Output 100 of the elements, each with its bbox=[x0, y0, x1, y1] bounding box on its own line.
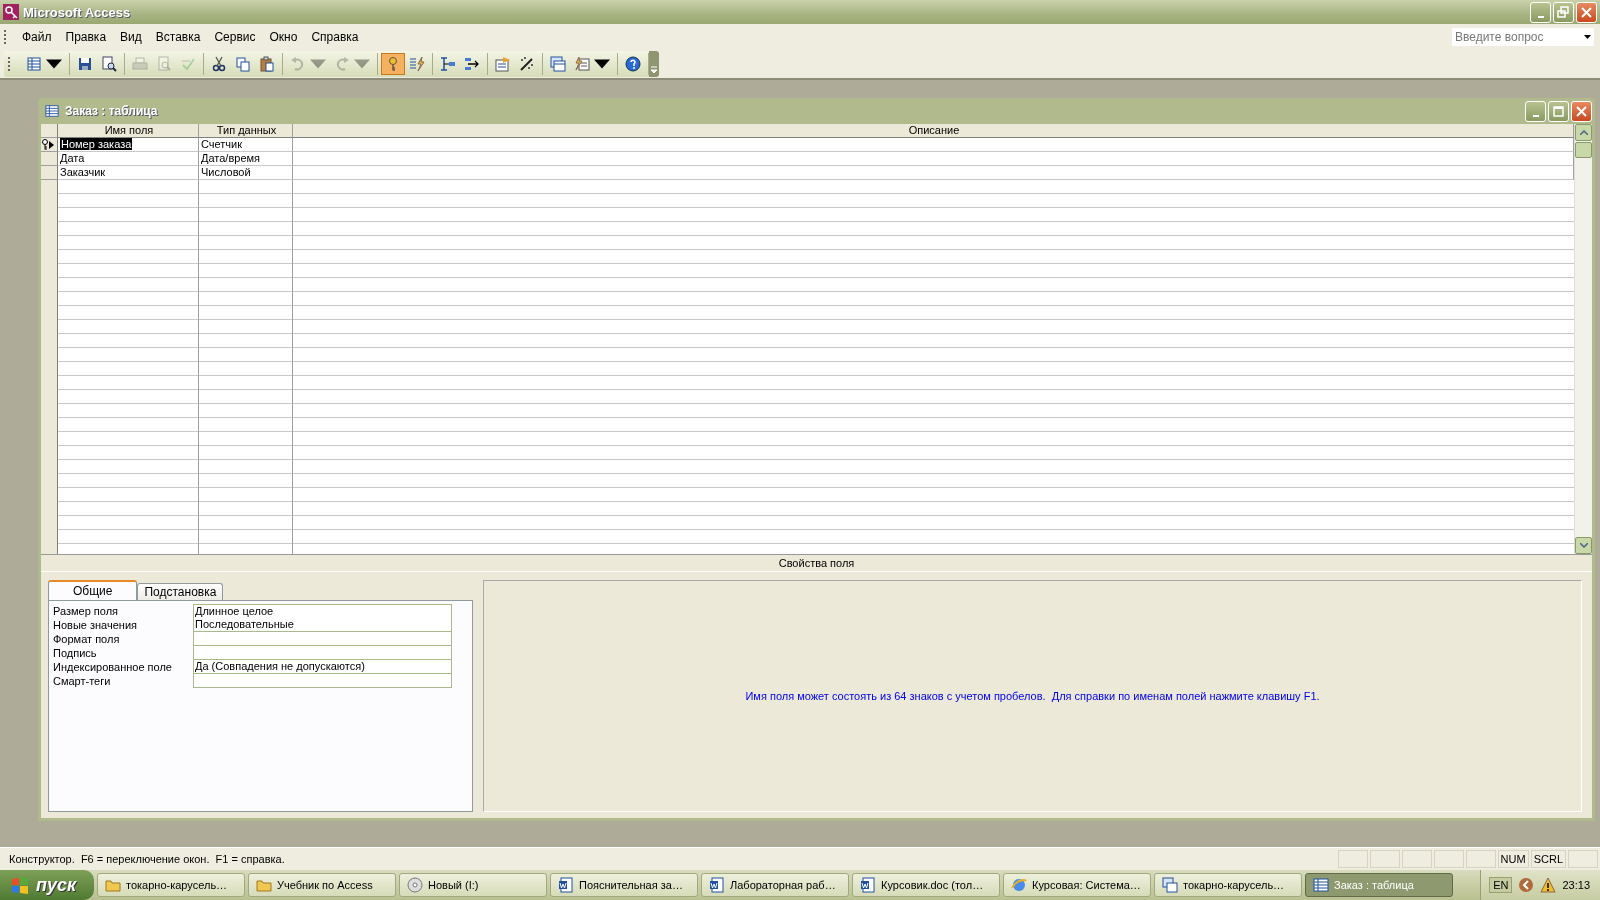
close-icon bbox=[1575, 104, 1588, 118]
maximize-button[interactable] bbox=[1548, 100, 1569, 122]
table-icon bbox=[45, 104, 59, 118]
status-panel bbox=[1401, 850, 1432, 868]
window-stack-icon bbox=[1162, 877, 1178, 893]
start-button[interactable]: пуск bbox=[0, 870, 94, 900]
paste-icon bbox=[259, 56, 275, 72]
menu-item[interactable]: Правка bbox=[58, 28, 114, 46]
minimize-button[interactable] bbox=[1525, 100, 1546, 122]
close-button[interactable] bbox=[1571, 100, 1592, 122]
taskbar-button[interactable]: Новый (I:) bbox=[399, 873, 547, 897]
wand-icon bbox=[519, 56, 535, 72]
key-icon bbox=[3, 4, 19, 20]
scroll-up-icon[interactable] bbox=[1579, 130, 1588, 135]
table-cell[interactable]: Дата bbox=[58, 152, 199, 166]
property-label: Размер поля bbox=[53, 604, 120, 619]
document-icon bbox=[709, 877, 725, 893]
minimize-button[interactable] bbox=[1530, 1, 1551, 23]
disc-icon bbox=[407, 877, 423, 893]
maximize-icon bbox=[1552, 104, 1565, 118]
table-icon bbox=[1313, 877, 1329, 893]
table-cell[interactable]: Дата/время bbox=[199, 152, 293, 166]
redo-icon bbox=[334, 56, 350, 72]
tab[interactable]: Подстановка bbox=[137, 583, 224, 600]
windows-flag-icon bbox=[10, 875, 30, 895]
menu-item[interactable]: Файл bbox=[15, 28, 59, 46]
status-panel bbox=[1369, 850, 1400, 868]
grip-icon bbox=[8, 57, 13, 71]
chevron-left-icon[interactable] bbox=[1518, 877, 1535, 893]
folder-icon bbox=[105, 877, 121, 893]
file-search-icon bbox=[101, 56, 117, 72]
property-field[interactable]: Да (Совпадения не допускаются) bbox=[193, 660, 452, 674]
language-indicator[interactable]: EN bbox=[1489, 877, 1513, 893]
field-name: Дата bbox=[60, 152, 85, 164]
restore-button[interactable] bbox=[1553, 1, 1574, 23]
help-text: Имя поля может состоять из 64 знаков с учетом пробелов. Для справки по именам полей нажмите клавишу F1. bbox=[745, 690, 1320, 702]
minimize-icon bbox=[1532, 114, 1539, 117]
document-icon bbox=[860, 877, 876, 893]
property-field[interactable] bbox=[193, 632, 452, 646]
close-icon bbox=[1580, 5, 1593, 19]
copy-icon bbox=[235, 56, 251, 72]
column-header[interactable]: Тип данных bbox=[199, 124, 293, 138]
menu-item[interactable]: Справка bbox=[304, 28, 366, 46]
help-search-field[interactable]: Введите вопрос bbox=[1452, 28, 1594, 46]
column-header[interactable]: Имя поля bbox=[58, 124, 199, 138]
scissors-icon bbox=[211, 56, 227, 72]
taskbar-button[interactable]: Курсовая: Система… bbox=[1003, 873, 1151, 897]
print-preview-icon bbox=[156, 56, 172, 72]
menu-item[interactable]: Вид bbox=[113, 28, 149, 46]
status-text: Конструктор. F6 = переключение окон. F1 = справка. bbox=[8, 853, 286, 865]
folder-icon bbox=[256, 877, 272, 893]
table-cell[interactable]: Номер заказа bbox=[58, 138, 199, 152]
database-window-icon bbox=[550, 56, 566, 72]
close-button[interactable] bbox=[1576, 1, 1597, 23]
property-field[interactable]: Последовательные bbox=[193, 618, 452, 632]
lightning-list-icon bbox=[409, 56, 425, 72]
help-icon bbox=[625, 56, 641, 72]
grip-icon bbox=[4, 30, 9, 44]
window-title: Microsoft Access bbox=[23, 4, 132, 20]
property-label: Индексированное поле bbox=[53, 660, 173, 674]
new-object-icon bbox=[574, 56, 590, 72]
save-icon bbox=[77, 56, 93, 72]
table-view-icon bbox=[26, 56, 42, 72]
section-label: Свойства поля bbox=[41, 555, 1592, 572]
menu-item[interactable]: Сервис bbox=[207, 28, 263, 46]
status-indicator: NUM bbox=[1497, 850, 1529, 868]
taskbar-button[interactable]: Курсовик.doc (тол… bbox=[852, 873, 1000, 897]
document-icon bbox=[558, 877, 574, 893]
menu-item[interactable]: Окно bbox=[262, 28, 305, 46]
taskbar-button[interactable]: токарно-карусель… bbox=[97, 873, 245, 897]
document-title: Заказ : таблица bbox=[65, 104, 159, 118]
property-label: Подпись bbox=[53, 646, 98, 660]
taskbar-button[interactable]: токарно-карусель… bbox=[1154, 873, 1302, 897]
status-panel bbox=[1337, 850, 1368, 868]
globe-icon bbox=[1011, 877, 1027, 893]
table-cell[interactable]: Числовой bbox=[199, 166, 293, 180]
taskbar-button[interactable]: Пояснительная за… bbox=[550, 873, 698, 897]
column-header[interactable]: Описание bbox=[293, 124, 1574, 138]
property-field[interactable] bbox=[193, 674, 452, 688]
tab[interactable]: Общие bbox=[48, 580, 138, 600]
property-field[interactable] bbox=[193, 646, 452, 660]
caret-icon bbox=[1584, 35, 1591, 39]
minimize-icon bbox=[1537, 15, 1544, 18]
scrollbar[interactable] bbox=[1574, 124, 1592, 554]
spelling-icon bbox=[180, 56, 196, 72]
restore-icon bbox=[1557, 5, 1570, 19]
table-cell[interactable]: Заказчик bbox=[58, 166, 199, 180]
status-panel bbox=[1465, 850, 1496, 868]
field-name: Номер заказа bbox=[60, 138, 133, 150]
scroll-thumb[interactable] bbox=[1575, 142, 1592, 158]
menu-item[interactable]: Вставка bbox=[148, 28, 208, 46]
property-label: Формат поля bbox=[53, 632, 121, 646]
row-selector[interactable] bbox=[41, 138, 58, 152]
printer-icon bbox=[132, 56, 148, 72]
taskbar-button[interactable]: Учебник по Access bbox=[248, 873, 396, 897]
taskbar-button[interactable]: Лабораторная раб… bbox=[701, 873, 849, 897]
scroll-down-icon[interactable] bbox=[1579, 543, 1588, 548]
delete-rows-icon bbox=[464, 56, 480, 72]
table-cell[interactable]: Счетчик bbox=[199, 138, 293, 152]
warning-icon[interactable] bbox=[1540, 877, 1557, 893]
